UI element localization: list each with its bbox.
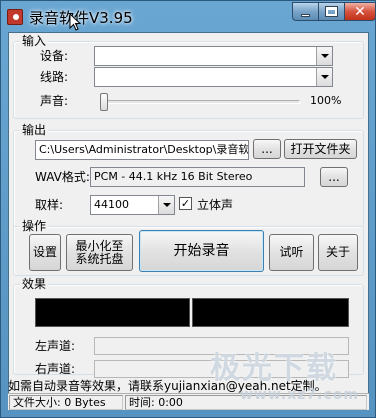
start-recording-button[interactable]: 开始录音 — [139, 230, 264, 272]
open-folder-button[interactable]: 打开文件夹 — [284, 139, 357, 159]
output-path-field[interactable]: C:\Users\Administrator\Desktop\录音软件\ — [35, 140, 249, 160]
input-group: 输入 设备: 线路: 声音: 100% — [13, 34, 364, 119]
device-select[interactable] — [94, 46, 333, 66]
sample-rate-select[interactable]: 44100 — [90, 195, 175, 215]
format-browse-button[interactable]: ... — [320, 167, 348, 187]
minimize-button[interactable] — [292, 2, 319, 21]
input-group-legend: 输入 — [20, 34, 49, 48]
browse-path-button[interactable]: ... — [253, 139, 281, 159]
output-group-legend: 输出 — [20, 123, 49, 137]
status-bar: 文件大小: 0 Bytes 时间: 0:00 — [8, 393, 369, 410]
output-group: 输出 C:\Users\Administrator\Desktop\录音软件\ … — [13, 123, 364, 228]
time-status: 时间: 0:00 — [125, 395, 367, 410]
app-window: 录音软件V3.95 ✕ 输入 设备: 线路: 声音: 100% 输出 C:\Us… — [0, 0, 376, 418]
effects-group: 效果 左声道: 右声道: — [13, 277, 364, 378]
wav-format-label: WAV格式: — [35, 170, 90, 184]
actions-group-legend: 操作 — [20, 219, 49, 233]
maximize-button[interactable] — [318, 2, 345, 21]
minimize-to-tray-button[interactable]: 最小化至 系统托盘 — [66, 234, 133, 271]
listen-button[interactable]: 试听 — [269, 234, 314, 271]
maximize-icon — [325, 6, 338, 17]
mouse-cursor-icon — [69, 13, 81, 31]
app-icon — [7, 9, 23, 25]
sample-rate-value: 44100 — [94, 198, 129, 211]
stereo-checkbox[interactable]: ✓ — [179, 197, 192, 210]
stereo-label: 立体声 — [197, 198, 234, 212]
volume-label: 声音: — [40, 94, 69, 108]
left-channel-bar — [94, 337, 349, 355]
chevron-down-icon[interactable] — [316, 68, 332, 86]
close-button[interactable]: ✕ — [344, 2, 376, 21]
file-size-status: 文件大小: 0 Bytes — [9, 395, 123, 410]
line-select[interactable] — [94, 67, 333, 87]
wav-format-field: PCM - 44.1 kHz 16 Bit Stereo — [90, 167, 305, 187]
minimize-to-tray-line2: 系统托盘 — [75, 251, 124, 266]
client-area: 输入 设备: 线路: 声音: 100% 输出 C:\Users\Administ… — [8, 32, 369, 410]
close-icon: ✕ — [354, 3, 366, 20]
info-text: 如需自动录音等效果，请联系yujianxian@yeah.net定制。 — [8, 379, 327, 393]
right-level-meter — [192, 298, 349, 327]
device-label: 设备: — [40, 49, 69, 63]
effects-group-legend: 效果 — [20, 277, 49, 291]
actions-group: 操作 设置 最小化至 系统托盘 开始录音 试听 关于 — [13, 219, 364, 276]
sample-label: 取样: — [35, 198, 64, 212]
settings-button[interactable]: 设置 — [29, 234, 61, 271]
minimize-icon — [301, 13, 310, 17]
right-channel-bar — [94, 360, 349, 378]
right-channel-label: 右声道: — [35, 362, 76, 376]
about-button[interactable]: 关于 — [318, 234, 358, 271]
volume-slider-thumb[interactable] — [100, 93, 108, 111]
left-level-meter — [35, 298, 190, 327]
title-bar[interactable]: 录音软件V3.95 ✕ — [1, 1, 376, 32]
left-channel-label: 左声道: — [35, 339, 76, 353]
chevron-down-icon[interactable] — [158, 196, 174, 214]
check-icon: ✓ — [180, 197, 191, 210]
volume-slider-track[interactable] — [100, 100, 300, 104]
chevron-down-icon[interactable] — [316, 47, 332, 65]
minimize-to-tray-line1: 最小化至 — [75, 238, 124, 253]
volume-percent: 100% — [310, 94, 342, 107]
line-label: 线路: — [40, 70, 69, 84]
